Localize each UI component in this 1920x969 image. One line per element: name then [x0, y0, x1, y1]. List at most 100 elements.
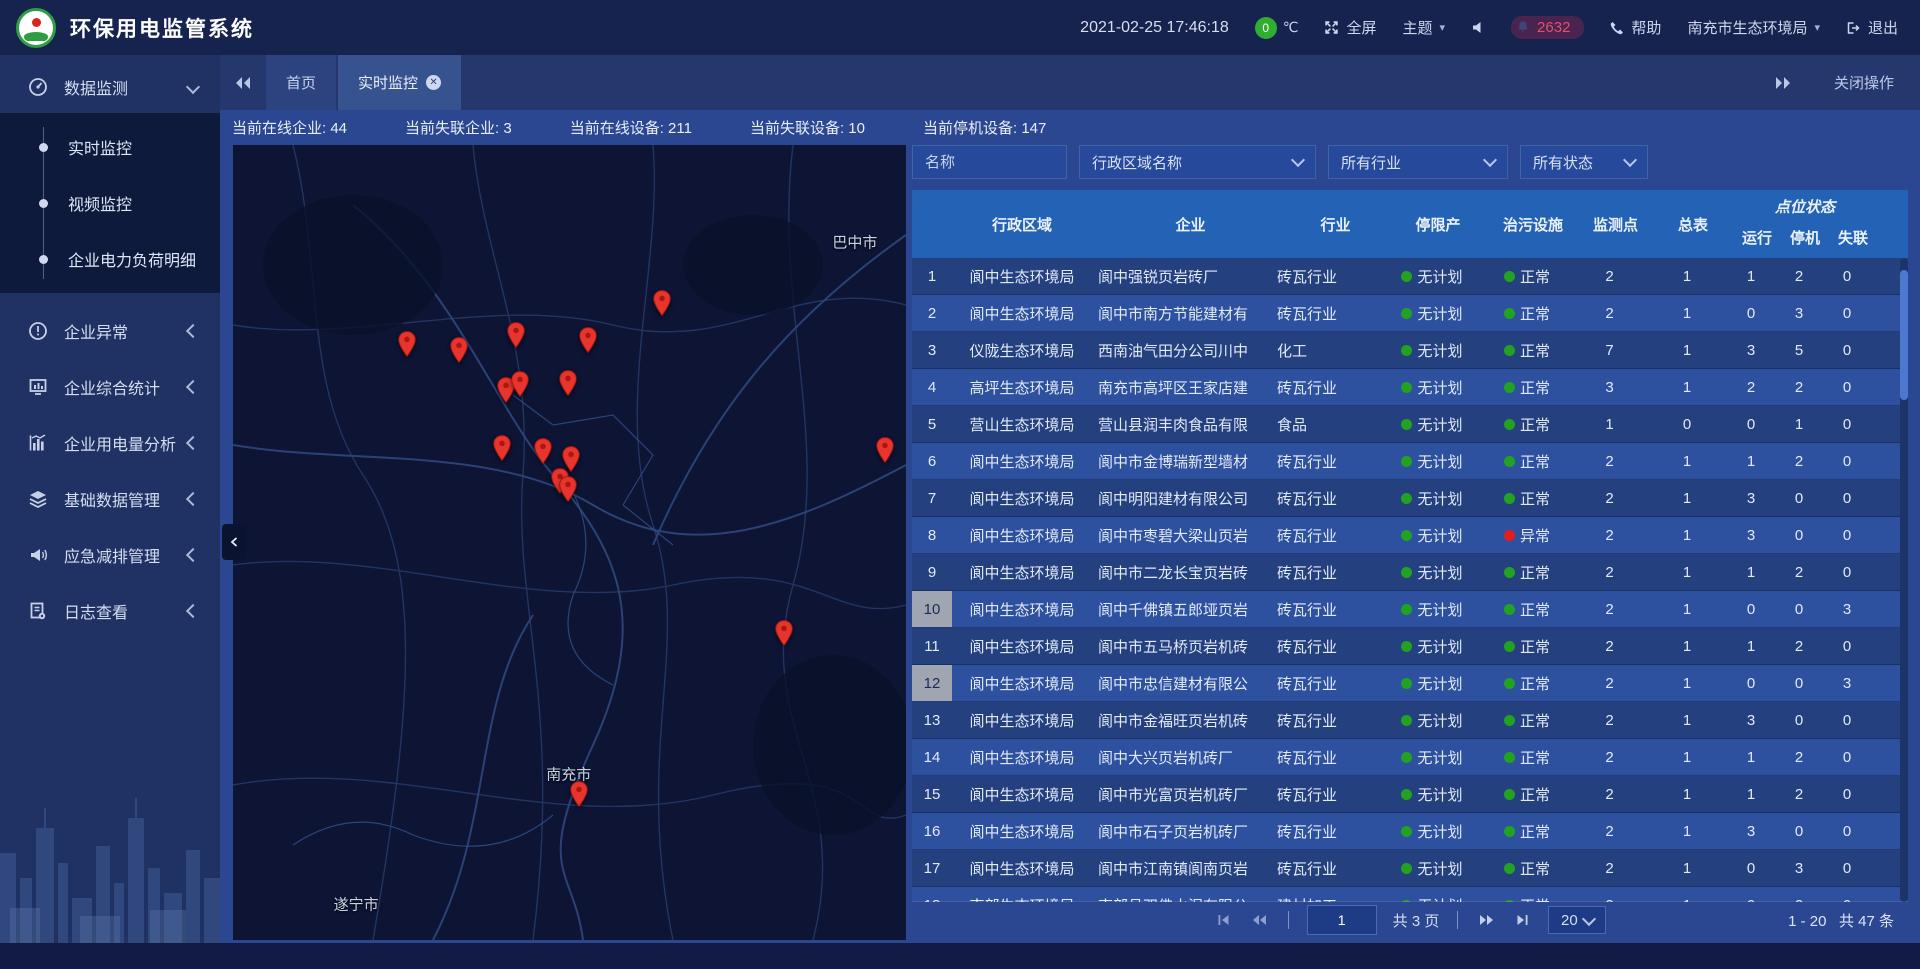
table-row[interactable]: 15阆中生态环境局阆中市光富页岩机砖厂砖瓦行业无计划正常21120 [912, 776, 1908, 813]
table-row[interactable]: 1阆中生态环境局阆中强锐页岩砖厂砖瓦行业无计划正常21120 [912, 258, 1908, 295]
theme-dropdown[interactable]: 主题 ▾ [1403, 17, 1446, 38]
map-pin-icon[interactable] [491, 434, 513, 462]
sidebar-item-应急减排管理[interactable]: 应急减排管理 [0, 527, 220, 583]
map-area[interactable]: 巴中市南充市遂宁市 [233, 145, 906, 940]
map-pin-icon[interactable] [773, 619, 795, 647]
row-index: 10 [912, 591, 952, 627]
prev-page-icon [1252, 914, 1267, 926]
table-row[interactable]: 4高坪生态环境局南充市高坪区王家店建砖瓦行业无计划正常31220 [912, 369, 1908, 406]
chevron-left-icon [229, 537, 239, 547]
region-filter-select[interactable]: 行政区域名称 [1079, 145, 1316, 179]
tabs-scroll-left-button[interactable] [220, 55, 266, 110]
page-size-select[interactable]: 20 [1548, 906, 1606, 934]
map-pin-icon[interactable] [557, 369, 579, 397]
map-pin-icon[interactable] [505, 321, 527, 349]
cell-running: 3 [1727, 517, 1775, 553]
cell-region: 阆中生态环境局 [952, 776, 1092, 812]
status-filter-select[interactable]: 所有状态 [1520, 145, 1648, 179]
map-pin-icon[interactable] [557, 475, 579, 503]
sidebar-item-企业用电量分析[interactable]: 企业用电量分析 [0, 415, 220, 471]
table-row[interactable]: 2阆中生态环境局阆中市南方节能建材有砖瓦行业无计划正常21030 [912, 295, 1908, 332]
industry-filter-select[interactable]: 所有行业 [1328, 145, 1508, 179]
mute-button[interactable] [1471, 21, 1485, 34]
tabs-scroll-right-button[interactable] [1760, 76, 1806, 90]
last-page-button[interactable] [1512, 912, 1532, 928]
status-dot-green [1504, 678, 1515, 689]
status-dot-green [1504, 345, 1515, 356]
prev-page-button[interactable] [1250, 912, 1270, 928]
map-pin-icon[interactable] [577, 326, 599, 354]
cell-lost: 0 [1823, 369, 1871, 405]
sidebar-item-企业异常[interactable]: 企业异常 [0, 303, 220, 359]
table-row[interactable]: 6阆中生态环境局阆中市金博瑞新型墙材砖瓦行业无计划正常21120 [912, 443, 1908, 480]
cell-industry: 砖瓦行业 [1277, 517, 1382, 553]
chevron-down-icon: ▾ [1440, 21, 1446, 34]
cell-monitor-points: 2 [1572, 517, 1647, 553]
cell-total-meter: 1 [1647, 739, 1727, 775]
table-row[interactable]: 10阆中生态环境局阆中千佛镇五郎垭页岩砖瓦行业无计划正常21003 [912, 591, 1908, 628]
sidebar-subitem-label: 视频监控 [68, 191, 132, 215]
help-button[interactable]: 帮助 [1610, 17, 1661, 38]
table-row[interactable]: 18南部生态环境局南部县双佛水泥有限公建材加工无计划正常21020 [912, 887, 1908, 902]
cell-industry: 砖瓦行业 [1277, 591, 1382, 627]
sidebar-item-基础数据管理[interactable]: 基础数据管理 [0, 471, 220, 527]
app-root: 环保用电监管系统 2021-02-25 17:46:18 0 ℃ 全屏 主题 ▾… [0, 0, 1920, 969]
fullscreen-button[interactable]: 全屏 [1324, 17, 1376, 38]
first-page-icon [1217, 914, 1230, 926]
cell-limit-production: 无计划 [1382, 887, 1482, 902]
cell-limit-production: 无计划 [1382, 850, 1482, 886]
cell-stopped: 0 [1775, 813, 1823, 849]
sidebar-collapse-button[interactable] [222, 524, 246, 560]
sidebar-item-日志查看[interactable]: 日志查看 [0, 583, 220, 639]
table-row[interactable]: 7阆中生态环境局阆中明阳建材有限公司砖瓦行业无计划正常21300 [912, 480, 1908, 517]
name-filter-input[interactable] [913, 154, 1066, 171]
table-row[interactable]: 3仪陇生态环境局西南油气田分公司川中化工无计划正常71350 [912, 332, 1908, 369]
cell-total-meter: 1 [1647, 443, 1727, 479]
logout-icon [1846, 21, 1861, 35]
table-scrollbar[interactable] [1900, 258, 1908, 902]
table-row[interactable]: 5营山生态环境局营山县润丰肉食品有限食品无计划正常10010 [912, 406, 1908, 443]
map-pin-icon[interactable] [396, 330, 418, 358]
table-row[interactable]: 16阆中生态环境局阆中市石子页岩机砖厂砖瓦行业无计划正常21300 [912, 813, 1908, 850]
sidebar-item-企业综合统计[interactable]: 企业综合统计 [0, 359, 220, 415]
tab-strip: 首页 实时监控 ✕ 关闭操作 [220, 55, 1920, 110]
dot-icon [39, 199, 48, 208]
map-pin-icon[interactable] [651, 289, 673, 317]
page-number-input[interactable] [1307, 905, 1377, 935]
sidebar-subitem-视频监控[interactable]: 视频监控 [0, 175, 220, 231]
first-page-button[interactable] [1214, 912, 1234, 928]
app-title: 环保用电监管系统 [70, 13, 254, 43]
table-row[interactable]: 12阆中生态环境局阆中市忠信建材有限公砖瓦行业无计划正常21003 [912, 665, 1908, 702]
map-pin-icon[interactable] [448, 336, 470, 364]
logout-button[interactable]: 退出 [1846, 17, 1898, 38]
close-icon[interactable]: ✕ [426, 75, 441, 90]
map-pin-icon[interactable] [874, 436, 896, 464]
table-row[interactable]: 14阆中生态环境局阆中大兴页岩机砖厂砖瓦行业无计划正常21120 [912, 739, 1908, 776]
notification-badge[interactable]: 2632 [1511, 16, 1584, 39]
cell-region: 营山生态环境局 [952, 406, 1092, 442]
map-pin-icon[interactable] [532, 437, 554, 465]
sidebar-item-数据监测[interactable]: 数据监测 [0, 61, 220, 113]
scrollbar-thumb[interactable] [1900, 270, 1908, 400]
table-row[interactable]: 17阆中生态环境局阆中市江南镇阆南页岩砖瓦行业无计划正常21030 [912, 850, 1908, 887]
cell-running: 0 [1727, 887, 1775, 902]
table-row[interactable]: 13阆中生态环境局阆中市金福旺页岩机砖砖瓦行业无计划正常21300 [912, 702, 1908, 739]
sidebar-menu: 数据监测实时监控视频监控企业电力负荷明细企业异常企业综合统计企业用电量分析基础数… [0, 55, 220, 639]
status-dot-green [1504, 493, 1515, 504]
table-row[interactable]: 8阆中生态环境局阆中市枣碧大梁山页岩砖瓦行业无计划异常21300 [912, 517, 1908, 554]
stat-item: 当前失联企业: 3 [405, 117, 512, 138]
cell-limit-production: 无计划 [1382, 406, 1482, 442]
tab-实时监控[interactable]: 实时监控 ✕ [338, 55, 461, 110]
row-index: 7 [912, 480, 952, 516]
tab-label: 实时监控 [358, 72, 418, 93]
sidebar-subitem-实时监控[interactable]: 实时监控 [0, 119, 220, 175]
close-operations-button[interactable]: 关闭操作 [1834, 72, 1894, 93]
tab-首页[interactable]: 首页 [266, 55, 336, 110]
table-row[interactable]: 11阆中生态环境局阆中市五马桥页岩机砖砖瓦行业无计划正常21120 [912, 628, 1908, 665]
table-row[interactable]: 9阆中生态环境局阆中市二龙长宝页岩砖砖瓦行业无计划正常21120 [912, 554, 1908, 591]
bureau-dropdown[interactable]: 南充市生态环境局 ▾ [1687, 17, 1820, 38]
map-pin-icon[interactable] [568, 780, 590, 808]
map-pin-icon[interactable] [509, 370, 531, 398]
sidebar-subitem-企业电力负荷明细[interactable]: 企业电力负荷明细 [0, 231, 220, 287]
next-page-button[interactable] [1476, 912, 1496, 928]
